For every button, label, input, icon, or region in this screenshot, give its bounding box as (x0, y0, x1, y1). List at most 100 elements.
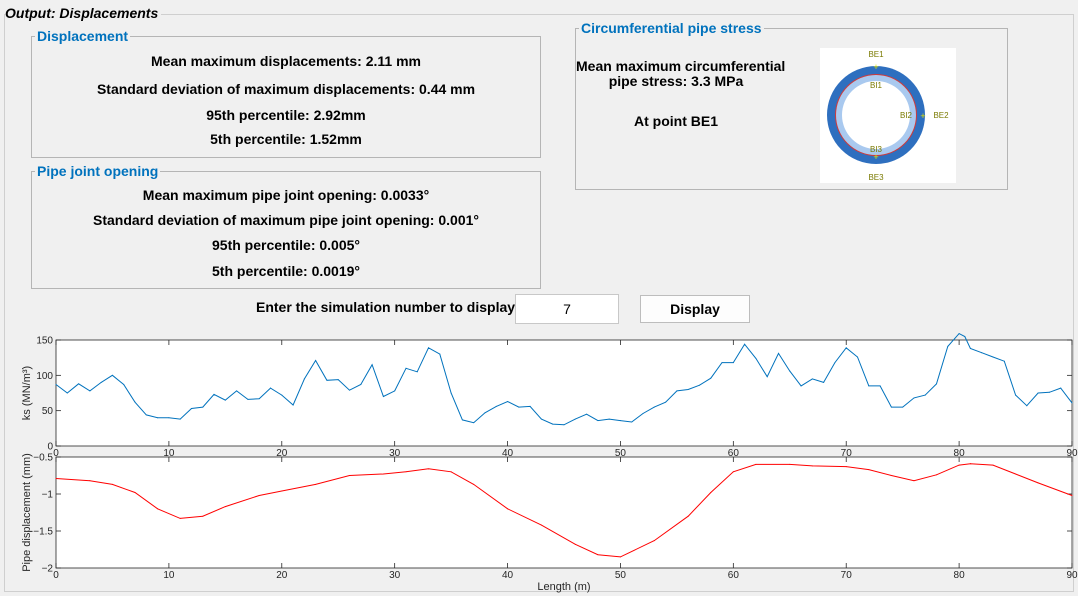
data-point (134, 492, 136, 494)
data-point (936, 474, 938, 476)
data-point (755, 463, 757, 465)
data-point (428, 347, 430, 349)
joint-opening-panel: Pipe joint opening Mean maximum pipe joi… (31, 163, 541, 289)
data-point (913, 480, 915, 482)
data-point (732, 471, 734, 473)
output-displacements-panel: Output: Displacements Displacement Mean … (0, 0, 1078, 596)
stress-line-2: pipe stress: 3.3 MPa (608, 73, 744, 89)
data-point (258, 494, 260, 496)
data-point (202, 515, 204, 517)
data-point (890, 475, 892, 476)
data-point (461, 419, 463, 421)
data-point (698, 384, 700, 386)
data-point (349, 475, 351, 476)
data-point (947, 345, 949, 347)
data-point (653, 406, 655, 408)
data-point (687, 388, 689, 390)
joint-mean: Mean maximum pipe joint opening: 0.0033° (142, 187, 430, 203)
data-point (405, 471, 407, 473)
data-point (89, 480, 91, 482)
data-point (766, 376, 768, 378)
plot-background (56, 340, 1072, 446)
data-point (439, 353, 441, 355)
marker-be3: + (873, 152, 878, 162)
data-point (281, 490, 283, 492)
data-point (224, 506, 226, 508)
data-point (1037, 482, 1039, 484)
y-tick-label: 100 (36, 371, 53, 382)
data-point (845, 347, 847, 349)
data-point (857, 356, 859, 358)
data-point (574, 543, 576, 545)
data-point (992, 356, 994, 358)
data-point (111, 483, 113, 485)
data-point (1026, 405, 1028, 407)
data-point (992, 464, 994, 466)
label-be3: BE3 (868, 173, 884, 182)
data-point (1003, 360, 1005, 362)
displacement-title: Displacement (35, 28, 131, 44)
joint-std: Standard deviation of maximum pipe joint… (93, 212, 479, 228)
pipe-displacement-chart: 0 10 20 30 40 50 60 70 80 90 −2 −1.5 −1 −0.5Pipe disp… (21, 453, 1078, 594)
data-point (360, 384, 362, 386)
data-point (428, 468, 430, 470)
data-point (349, 389, 351, 391)
data-point (619, 556, 621, 558)
x-tick-label: 80 (954, 570, 966, 581)
x-tick-label: 90 (1066, 570, 1078, 581)
pipe-cross-section-svg: BE1 BI1 BI2 BE2 BI3 BE3 + + + (827, 50, 949, 182)
data-point (969, 347, 971, 349)
x-tick-label: 50 (615, 570, 627, 581)
data-point (676, 390, 678, 392)
display-button[interactable]: Display (640, 295, 750, 323)
data-point (789, 463, 791, 465)
data-point (540, 418, 542, 420)
data-point (213, 393, 215, 395)
data-point (179, 418, 181, 420)
data-point (868, 385, 870, 387)
data-point (540, 524, 542, 526)
data-point (732, 362, 734, 364)
data-point (326, 379, 328, 381)
pipe-stress-title: Circumferential pipe stress (579, 20, 764, 36)
data-point (574, 418, 576, 420)
plots-area: 0 10 20 30 40 50 60 70 80 90 0 50 100 150 ks (MN/m³) 0… (21, 332, 1078, 594)
x-tick-label: 10 (163, 570, 175, 581)
data-point (269, 387, 271, 389)
data-point (394, 390, 396, 392)
joint-p5: 5th percentile: 0.0019° (212, 263, 360, 279)
data-point (1037, 392, 1039, 394)
ks-chart: 0 10 20 30 40 50 60 70 80 90050100150ks (MN/m³) (21, 332, 1078, 459)
data-point (619, 420, 621, 422)
data-point (1060, 387, 1062, 389)
marker-be2: + (920, 111, 925, 121)
data-point (473, 422, 475, 424)
data-point (924, 394, 926, 396)
x-tick-label: 70 (841, 570, 853, 581)
data-point (100, 381, 102, 383)
data-point (507, 400, 509, 402)
data-point (721, 362, 723, 364)
data-point (518, 406, 520, 408)
simulation-number-input[interactable] (515, 294, 619, 324)
data-point (902, 406, 904, 408)
data-point (586, 413, 588, 415)
data-point (653, 540, 655, 542)
data-point (55, 384, 57, 386)
data-point (834, 362, 836, 364)
label-bi1: BI1 (870, 81, 883, 90)
plot-background (56, 457, 1072, 568)
data-point (315, 359, 317, 361)
x-tick-label: 0 (53, 570, 59, 581)
data-point (879, 385, 881, 387)
y-tick-label: −1.5 (33, 527, 53, 538)
data-point (247, 398, 249, 400)
label-bi2: BI2 (900, 111, 913, 120)
label-be1: BE1 (868, 50, 884, 59)
data-point (777, 352, 779, 354)
data-point (382, 473, 384, 475)
data-point (224, 399, 226, 401)
data-point (78, 383, 80, 385)
data-point (123, 384, 125, 386)
data-point (744, 343, 746, 345)
